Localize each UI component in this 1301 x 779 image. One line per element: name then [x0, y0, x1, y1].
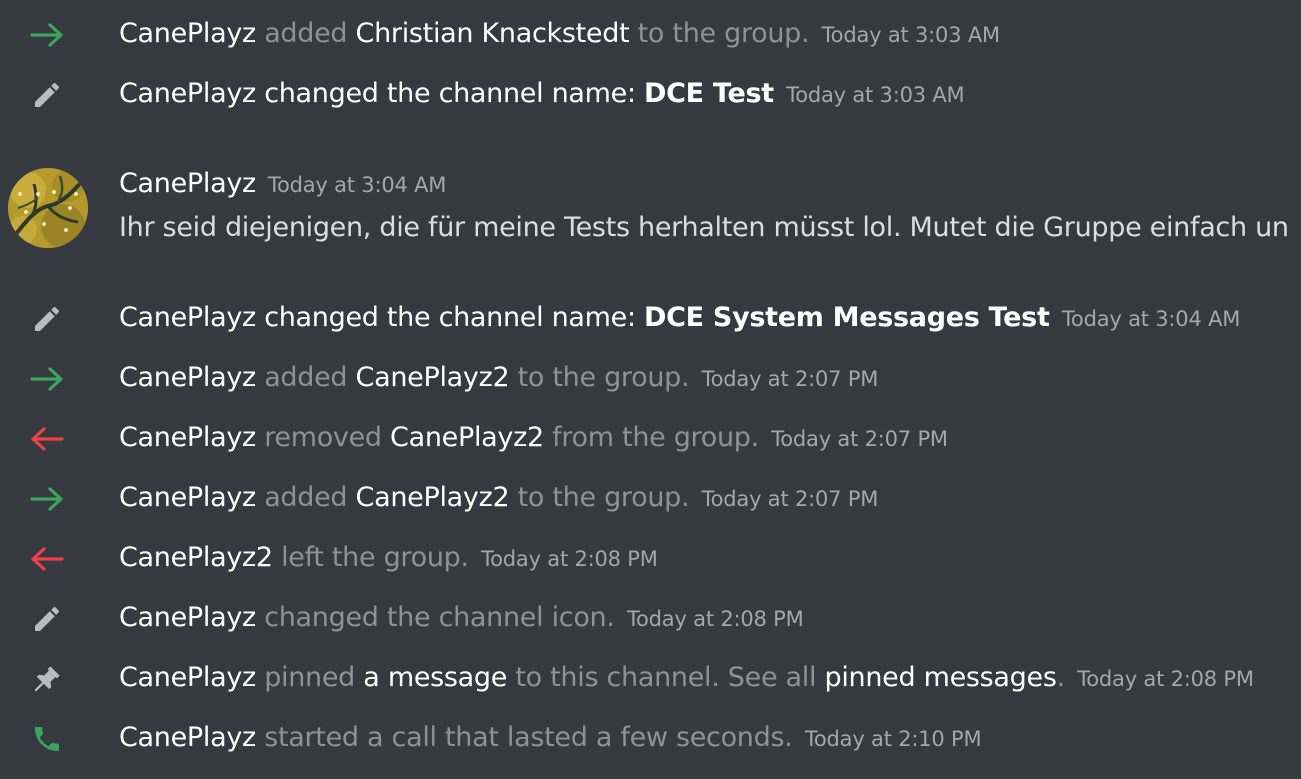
system-message-content: CanePlayz changed the channel name: DCE … — [119, 74, 965, 115]
system-message-member-added: CanePlayz added Christian Knackstedt to … — [0, 0, 1301, 60]
username-target[interactable]: CanePlayz2 — [356, 482, 510, 513]
system-message-call: CanePlayz started a call that lasted a f… — [0, 704, 1301, 764]
pin-icon — [26, 662, 68, 696]
system-message-content: CanePlayz added CanePlayz2 to the group.… — [119, 358, 878, 399]
system-verb: left the group. — [272, 542, 469, 573]
username[interactable]: CanePlayz — [119, 482, 256, 513]
phone-icon — [26, 722, 68, 756]
system-message-content: CanePlayz pinned a message to this chann… — [119, 658, 1254, 699]
message-header: CanePlayz Today at 3:04 AM — [119, 164, 446, 205]
username-target[interactable]: CanePlayz2 — [390, 422, 544, 453]
username[interactable]: CanePlayz — [119, 302, 256, 333]
system-message-content: CanePlayz changed the channel name: DCE … — [119, 298, 1240, 339]
system-message-content: CanePlayz removed CanePlayz2 from the gr… — [119, 418, 948, 459]
timestamp[interactable]: Today at 3:03 AM — [822, 23, 1001, 47]
username[interactable]: CanePlayz — [119, 78, 256, 109]
timestamp[interactable]: Today at 3:03 AM — [786, 83, 965, 107]
chat-message-list: CanePlayz added Christian Knackstedt to … — [0, 0, 1301, 779]
system-message-pinned: CanePlayz pinned a message to this chann… — [0, 644, 1301, 704]
username[interactable]: CanePlayz — [119, 422, 256, 453]
channel-name: DCE Test — [644, 78, 774, 109]
system-message-channel-name-change: CanePlayz changed the channel name: DCE … — [0, 60, 1301, 120]
arrow-left-icon — [26, 542, 68, 576]
system-message-channel-icon-change: CanePlayz changed the channel icon. Toda… — [0, 584, 1301, 644]
system-message-content: CanePlayz changed the channel icon. Toda… — [119, 598, 804, 639]
system-message-member-added: CanePlayz added CanePlayz2 to the group.… — [0, 344, 1301, 404]
timestamp[interactable]: Today at 2:07 PM — [702, 487, 879, 511]
username[interactable]: CanePlayz — [119, 602, 256, 633]
system-tail: to the group. — [509, 362, 690, 393]
system-verb: added — [255, 482, 356, 513]
system-verb: pinned — [255, 662, 364, 693]
timestamp[interactable]: Today at 2:07 PM — [771, 427, 948, 451]
system-mid: to this channel. See all — [507, 662, 825, 693]
pencil-icon — [26, 78, 68, 112]
timestamp[interactable]: Today at 2:08 PM — [481, 547, 658, 571]
system-verb: removed — [255, 422, 391, 453]
system-tail: . — [1056, 662, 1066, 693]
system-tail: from the group. — [543, 422, 759, 453]
username-target[interactable]: CanePlayz2 — [356, 362, 510, 393]
system-tail: to the group. — [509, 482, 690, 513]
username[interactable]: CanePlayz — [119, 362, 256, 393]
username[interactable]: CanePlayz — [119, 18, 256, 49]
system-message-member-removed: CanePlayz removed CanePlayz2 from the gr… — [0, 404, 1301, 464]
system-verb: added — [255, 18, 356, 49]
system-message-content: CanePlayz started a call that lasted a f… — [119, 718, 982, 759]
system-message-content: CanePlayz added Christian Knackstedt to … — [119, 14, 1000, 55]
system-verb: changed the channel icon. — [255, 602, 615, 633]
system-verb: changed the channel name: — [255, 78, 645, 109]
arrow-right-icon — [26, 18, 68, 52]
pencil-icon — [26, 302, 68, 336]
timestamp[interactable]: Today at 3:04 AM — [1062, 307, 1241, 331]
message-content: Ihr seid diejenigen, die für meine Tests… — [119, 212, 1289, 243]
timestamp[interactable]: Today at 2:10 PM — [805, 727, 982, 751]
system-message-channel-name-change: CanePlayz changed the channel name: DCE … — [0, 284, 1301, 344]
channel-name: DCE System Messages Test — [644, 302, 1050, 333]
pinned-messages-link[interactable]: pinned messages — [824, 662, 1056, 693]
message-timestamp[interactable]: Today at 3:04 AM — [268, 173, 447, 197]
username[interactable]: CanePlayz2 — [119, 542, 273, 573]
arrow-left-icon — [26, 422, 68, 456]
username-target[interactable]: Christian Knackstedt — [356, 18, 630, 49]
avatar[interactable] — [8, 168, 88, 248]
system-message-member-added: CanePlayz added CanePlayz2 to the group.… — [0, 464, 1301, 524]
system-verb: started a call that lasted a few seconds… — [255, 722, 793, 753]
system-verb: changed the channel name: — [255, 302, 645, 333]
pinned-message-link[interactable]: a message — [363, 662, 507, 693]
username[interactable]: CanePlayz — [119, 722, 256, 753]
chat-message: CanePlayz Today at 3:04 AM Ihr seid dieje… — [0, 158, 1301, 268]
pencil-icon — [26, 602, 68, 636]
system-message-member-left: CanePlayz2 left the group. Today at 2:08… — [0, 524, 1301, 584]
timestamp[interactable]: Today at 2:08 PM — [1077, 667, 1254, 691]
timestamp[interactable]: Today at 2:07 PM — [702, 367, 879, 391]
arrow-right-icon — [26, 482, 68, 516]
timestamp[interactable]: Today at 2:08 PM — [627, 607, 804, 631]
message-author[interactable]: CanePlayz — [119, 168, 256, 199]
system-verb: added — [255, 362, 356, 393]
arrow-right-icon — [26, 362, 68, 396]
username[interactable]: CanePlayz — [119, 662, 256, 693]
system-message-content: CanePlayz2 left the group. Today at 2:08… — [119, 538, 658, 579]
system-message-content: CanePlayz added CanePlayz2 to the group.… — [119, 478, 878, 519]
system-tail: to the group. — [629, 18, 810, 49]
